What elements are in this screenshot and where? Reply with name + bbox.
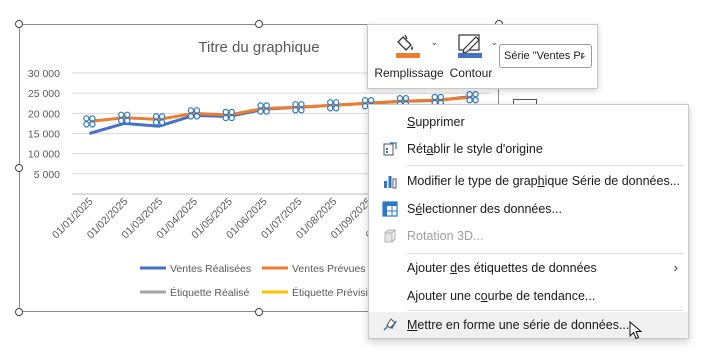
menu-item-delete[interactable]: Supprimer [369, 109, 688, 135]
chart-type-icon [384, 176, 397, 189]
chevron-down-icon: ⌄ [578, 50, 587, 61]
y-tick-label: 5 000 [34, 169, 60, 181]
menu-item-change-chart-type[interactable]: Modifier le type de graphique Série de d… [369, 168, 688, 194]
select-data-icon [382, 201, 398, 217]
y-tick-label: 25 000 [28, 88, 60, 100]
chart-title: Titre du graphique [198, 39, 319, 56]
legend-label: Ventes Réalisées [170, 263, 251, 275]
resize-handle-top-left[interactable] [15, 20, 23, 28]
y-tick-label: 20 000 [28, 108, 60, 120]
format-mini-toolbar: ⌄ Remplissage ⌄ Contour Série "Ventes Pr… [367, 24, 598, 89]
outline-button[interactable]: ⌄ Contour [446, 29, 498, 85]
menu-item-add-trendline[interactable]: Ajouter une courbe de tendance... [369, 283, 688, 309]
paint-bucket-icon [396, 34, 420, 58]
format-series-icon [383, 318, 397, 331]
menu-item-accelerator: o [480, 289, 488, 303]
menu-item-label: lectionner des données... [422, 202, 562, 216]
menu-item-label: ique Série de données... [544, 174, 681, 188]
resize-handle-left[interactable] [15, 164, 23, 172]
series-select-value: Série "Ventes Pr [504, 50, 584, 62]
outline-dropdown-icon[interactable]: ⌄ [490, 37, 498, 48]
fill-label: Remplissage [374, 66, 444, 80]
fill-button[interactable]: ⌄ Remplissage [374, 29, 444, 85]
excel-worksheet-area: Titre du graphique 30 000 25 000 20 000 15 0… [0, 0, 715, 362]
menu-item-label: urbe de tendance... [487, 289, 596, 303]
menu-item-3d-rotation[interactable]: Rotation 3D... [369, 223, 688, 249]
y-tick-label: 15 000 [28, 129, 60, 141]
legend-label: Étiquette Réalisé [170, 286, 250, 299]
pen-outline-icon [458, 34, 482, 58]
chevron-right-icon: › [673, 260, 678, 275]
menu-separator [407, 310, 684, 311]
resize-handle-bottom[interactable] [255, 308, 263, 316]
menu-item-label: es étiquettes de données [457, 261, 597, 275]
menu-separator [407, 165, 684, 166]
resize-handle-bottom-left[interactable] [15, 308, 23, 316]
menu-item-label: upprimer [415, 115, 465, 129]
menu-item-add-data-labels[interactable]: Ajouter des étiquettes de données › [369, 255, 688, 281]
context-menu: Supprimer Rétablir le style d'origine Mo… [368, 104, 689, 339]
menu-item-label: Modifier le type de grap [407, 174, 538, 188]
menu-item-label: Rét [407, 142, 427, 156]
y-tick-label: 30 000 [28, 68, 60, 80]
menu-item-select-data[interactable]: Sélectionner des données... [369, 196, 688, 222]
menu-item-accelerator: h [537, 174, 545, 188]
rotation-3d-icon [384, 229, 397, 243]
legend-label: Étiquette Prévisi [292, 286, 368, 299]
menu-item-label: Ajouter [407, 261, 451, 275]
menu-item-accelerator: M [407, 318, 418, 332]
series-select-dropdown[interactable]: Série "Ventes Pr ⌄ [499, 44, 592, 68]
fill-color-swatch [396, 53, 420, 58]
y-tick-label: 10 000 [28, 149, 60, 161]
menu-item-label: blir le style d'origine [433, 142, 543, 156]
outline-label: Contour [449, 66, 493, 80]
reset-style-icon [383, 142, 397, 156]
menu-item-reset-style[interactable]: Rétablir le style d'origine [369, 136, 688, 162]
menu-item-label: Ajouter une c [407, 289, 481, 303]
fill-dropdown-icon[interactable]: ⌄ [430, 37, 438, 48]
menu-item-accelerator: d [450, 261, 458, 275]
menu-separator [407, 253, 684, 254]
menu-item-label: Rotation 3D... [407, 229, 484, 243]
mouse-pointer-icon [629, 321, 643, 340]
outline-color-swatch [458, 53, 482, 58]
resize-handle-top[interactable] [255, 20, 263, 28]
menu-item-label: ettre en forme une série de données... [417, 318, 630, 332]
legend-label: Ventes Prévues [292, 263, 366, 275]
